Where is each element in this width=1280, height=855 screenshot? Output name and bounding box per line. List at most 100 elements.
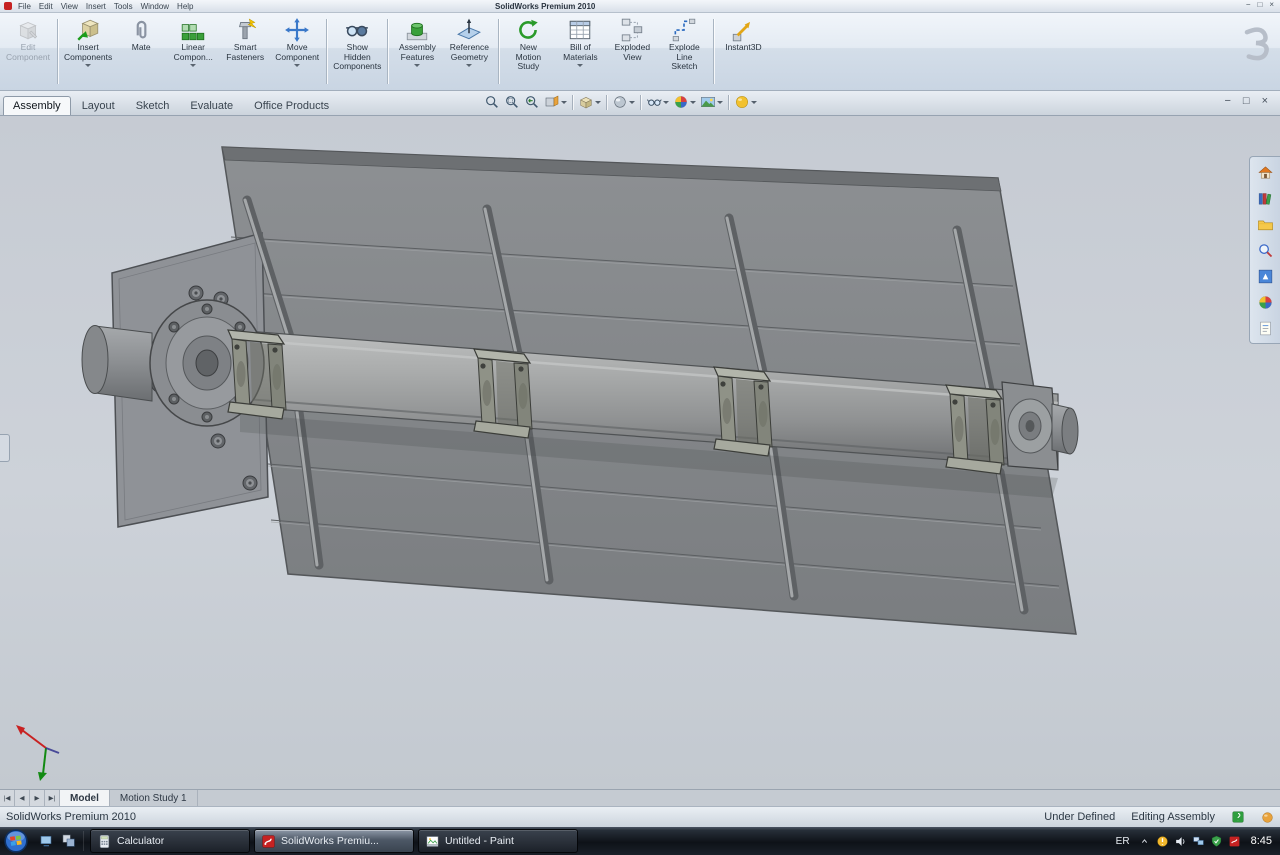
volume-tray-icon[interactable] (1174, 835, 1187, 848)
ribbon-button-label: ShowHiddenComponents (333, 43, 381, 72)
window-switcher-button[interactable] (59, 831, 79, 851)
right-bearing-hub[interactable] (1002, 382, 1078, 470)
taskbar-button-solidworks-premiu-[interactable]: SolidWorks Premiu... (254, 829, 414, 853)
menu-view[interactable]: View (61, 2, 78, 11)
tab-office-products[interactable]: Office Products (244, 96, 339, 115)
view-orientation-button[interactable] (576, 93, 603, 111)
design-library-tab[interactable] (1255, 188, 1275, 208)
tab-assembly[interactable]: Assembly (3, 96, 71, 115)
dropdown-caret-icon[interactable] (561, 101, 567, 107)
show-desktop-button[interactable] (37, 831, 57, 851)
security-shield-tray-icon[interactable] (1210, 835, 1223, 848)
dropdown-caret-icon[interactable] (414, 64, 420, 70)
search-tab[interactable] (1255, 240, 1275, 260)
network-tray-icon[interactable] (1192, 835, 1205, 848)
dropdown-caret-icon[interactable] (294, 64, 300, 70)
app-minimize-button[interactable]: − (1246, 0, 1251, 9)
zoom-fit-button[interactable] (482, 93, 502, 111)
dropdown-caret-icon[interactable] (751, 101, 757, 107)
edit-appearance-button[interactable] (671, 93, 698, 111)
viewport-canvas[interactable] (0, 116, 1280, 789)
doc-minimize-button[interactable]: − (1224, 95, 1230, 107)
apply-scene-button[interactable] (698, 93, 725, 111)
toolbar-separator (640, 95, 641, 110)
display-style-button[interactable] (610, 93, 637, 111)
solidworks-resources-tab[interactable] (1255, 162, 1275, 182)
doc-close-button[interactable]: × (1262, 95, 1268, 107)
taskbar-button-calculator[interactable]: Calculator (90, 829, 250, 853)
linear-component-pattern-icon-wrap (180, 16, 206, 43)
dropdown-caret-icon[interactable] (577, 64, 583, 70)
tab-sketch[interactable]: Sketch (126, 96, 180, 115)
bottom-tab-model[interactable]: Model (60, 790, 110, 806)
bill-of-materials-button[interactable]: Bill ofMaterials (554, 14, 606, 89)
dropdown-caret-icon[interactable] (629, 101, 635, 107)
explode-line-sketch-icon (671, 17, 697, 43)
dropdown-caret-icon[interactable] (466, 64, 472, 70)
dropdown-caret-icon[interactable] (190, 64, 196, 70)
bottom-tab-motion-study-1[interactable]: Motion Study 1 (110, 790, 198, 806)
update-notification-tray-icon[interactable] (1156, 835, 1169, 848)
menu-edit[interactable]: Edit (39, 2, 53, 11)
tab-scroll-button-2[interactable]: ▶ (30, 790, 45, 806)
dropdown-caret-icon[interactable] (690, 101, 696, 107)
previous-view-button[interactable] (522, 93, 542, 111)
menu-window[interactable]: Window (141, 2, 169, 11)
menu-insert[interactable]: Insert (86, 2, 106, 11)
file-explorer-tab[interactable] (1255, 214, 1275, 234)
flail-bracket[interactable] (946, 385, 1004, 474)
menu-file[interactable]: File (18, 2, 31, 11)
dropdown-caret-icon[interactable] (717, 101, 723, 107)
smart-fasteners-button[interactable]: SmartFasteners (219, 14, 271, 89)
section-view-button[interactable] (542, 93, 569, 111)
show-hidden-components-button[interactable]: ShowHiddenComponents (330, 14, 384, 89)
solidworks-tray-tray-icon[interactable] (1228, 835, 1241, 848)
tab-scroll-button-3[interactable]: ▶| (45, 790, 60, 806)
command-manager-ribbon: EditComponentInsertComponentsMateLinearC… (0, 13, 1280, 91)
linear-component-pattern-button[interactable]: LinearCompon... (167, 14, 219, 89)
exploded-view-icon (619, 17, 645, 43)
language-indicator[interactable]: ER (1116, 836, 1130, 847)
menu-tools[interactable]: Tools (114, 2, 133, 11)
app-close-button[interactable]: × (1269, 0, 1274, 9)
dropdown-caret-icon[interactable] (595, 101, 601, 107)
taskbar-button-untitled-paint[interactable]: Untitled - Paint (418, 829, 578, 853)
toolbar-separator (728, 95, 729, 110)
taskbar-clock[interactable]: 8:45 (1251, 835, 1272, 847)
hide-show-items-button[interactable] (644, 93, 671, 111)
instant3d-button[interactable]: Instant3D (717, 14, 769, 89)
move-component-button[interactable]: MoveComponent (271, 14, 323, 89)
assembly-features-button[interactable]: AssemblyFeatures (391, 14, 443, 89)
explode-line-sketch-button[interactable]: ExplodeLineSketch (658, 14, 710, 89)
hidden-icons-chevron-tray-icon[interactable] (1138, 835, 1151, 848)
start-button[interactable] (3, 828, 29, 854)
menu-help[interactable]: Help (177, 2, 193, 11)
tab-scroll-button-0[interactable]: |◀ (0, 790, 15, 806)
reference-geometry-button[interactable]: ReferenceGeometry (443, 14, 495, 89)
search-icon (1257, 242, 1274, 259)
show-hidden-components-icon (344, 17, 370, 43)
tab-layout[interactable]: Layout (72, 96, 125, 115)
app-restore-button[interactable]: □ (1257, 0, 1262, 9)
dropdown-caret-icon[interactable] (85, 64, 91, 70)
new-motion-study-button[interactable]: NewMotionStudy (502, 14, 554, 89)
help-sphere-icon[interactable] (1261, 811, 1274, 824)
doc-restore-button[interactable]: □ (1243, 95, 1250, 107)
flail-bracket[interactable] (228, 330, 286, 419)
tab-evaluate[interactable]: Evaluate (180, 96, 243, 115)
view-settings-button[interactable] (732, 93, 759, 111)
custom-properties-tab[interactable] (1255, 318, 1275, 338)
feature-manager-flyout-tab[interactable] (0, 434, 10, 462)
quick-tips-icon[interactable] (1231, 810, 1245, 824)
titlebar: FileEditViewInsertToolsWindowHelp SolidW… (0, 0, 1280, 13)
exploded-view-button[interactable]: ExplodedView (606, 14, 658, 89)
flail-bracket[interactable] (714, 367, 772, 456)
zoom-area-button[interactable] (502, 93, 522, 111)
flail-bracket[interactable] (474, 349, 532, 438)
insert-components-button[interactable]: InsertComponents (61, 14, 115, 89)
appearances-tab[interactable] (1255, 292, 1275, 312)
mate-button[interactable]: Mate (115, 14, 167, 89)
dropdown-caret-icon[interactable] (663, 101, 669, 107)
view-palette-tab[interactable] (1255, 266, 1275, 286)
tab-scroll-button-1[interactable]: ◀ (15, 790, 30, 806)
